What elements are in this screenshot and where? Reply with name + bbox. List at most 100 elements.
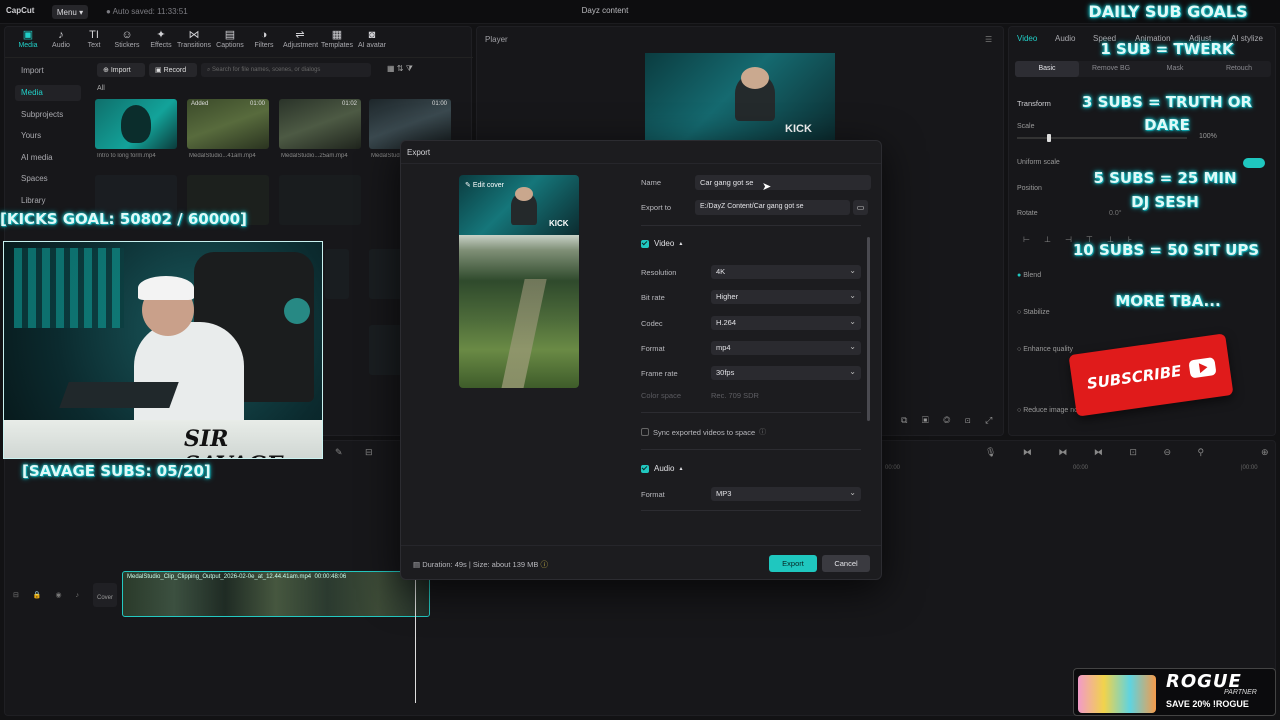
timeline-right-tools[interactable]: 🎙 ⧓ ⧓ ⧓ ⊡ ⊖ ⚲	[985, 447, 1216, 458]
toolbar-templates[interactable]: ▦ Templates	[320, 29, 354, 49]
toolbar-ai-avatar[interactable]: ◙ AI avatar	[355, 29, 389, 49]
sidebar-item-subprojects[interactable]: Subprojects	[15, 107, 81, 123]
cancel-button[interactable]: Cancel	[822, 555, 870, 572]
capcut-window: CapCut Menu ▾ ● Auto saved: 11:33:51 Day…	[0, 0, 1280, 720]
audio-checkbox[interactable]	[641, 464, 649, 473]
scale-slider[interactable]	[1017, 134, 1187, 142]
info-icon[interactable]: ⓘ	[540, 560, 548, 569]
toolbar-adjustment[interactable]: ⇌ Adjustment	[283, 29, 318, 49]
media-thumb-2[interactable]: 01:00 Added	[187, 99, 269, 149]
video-preview[interactable]	[459, 235, 579, 388]
toolbar-text[interactable]: TI Text	[77, 29, 111, 49]
toolbar-audio[interactable]: ♪ Audio	[44, 29, 78, 49]
timeline-tools[interactable]: ✎ ⊟	[335, 447, 383, 458]
sticker-icon: ☺	[121, 29, 133, 41]
scrollbar[interactable]	[867, 237, 870, 421]
edit-cover-button[interactable]: ✎ Edit cover	[465, 181, 504, 189]
templates-icon: ▦	[331, 29, 343, 41]
media-thumb-intro[interactable]	[95, 99, 177, 149]
resolution-select[interactable]: 4K ⌄	[711, 265, 861, 279]
chevron-down-icon: ⌄	[849, 316, 856, 326]
info-icon[interactable]: ⓘ	[759, 427, 766, 437]
name-label: Name	[641, 178, 662, 187]
webcam-overlay: SIR SAVAGE	[3, 241, 323, 459]
subtab-mask[interactable]: Mask	[1143, 61, 1207, 77]
toolbar-transitions[interactable]: ⋈ Transitions	[177, 29, 211, 49]
chevron-down-icon: ⌄	[849, 341, 856, 351]
media-thumb-8[interactable]	[325, 249, 349, 299]
codec-select[interactable]: H.264 ⌄	[711, 315, 861, 330]
zoom-in-icon[interactable]: ⊕	[1261, 447, 1269, 458]
record-label: Record	[163, 67, 187, 74]
player-menu-icon[interactable]: ☰	[985, 35, 992, 44]
toolbar-captions[interactable]: ▤ Captions	[213, 29, 247, 49]
filter-all[interactable]: All	[97, 85, 105, 92]
sidebar-item-library[interactable]: Library	[15, 193, 81, 209]
sync-space-row[interactable]: Sync exported videos to space ⓘ	[641, 427, 766, 437]
audio-section-toggle[interactable]: Audio ▴	[641, 464, 682, 473]
select-value: H.264	[716, 317, 737, 327]
tab-audio[interactable]: Audio	[1055, 34, 1075, 43]
sync-checkbox[interactable]	[641, 428, 649, 436]
audio-section-label: Audio	[654, 464, 675, 473]
sub-goals-title: DAILY SUB GOALS	[1088, 2, 1248, 21]
search-input[interactable]: ⌕ Search for file names, scenes, or dial…	[201, 63, 371, 77]
subtab-retouch[interactable]: Retouch	[1207, 61, 1271, 77]
menu-label: Menu	[56, 7, 77, 17]
player-controls[interactable]: ⧉ ▣ ◎ ⊡ ⤢	[901, 415, 998, 426]
edit-icon: ✎	[465, 182, 471, 189]
toolbar-label: Text	[87, 42, 101, 49]
track-controls[interactable]: ⊟ 🔒 ◉ ♪	[13, 591, 85, 599]
document-title: Dayz content	[581, 6, 629, 15]
blend-row[interactable]: ● Blend	[1017, 272, 1041, 279]
export-button[interactable]: Export	[769, 555, 817, 572]
player-preview[interactable]: KICK	[645, 53, 835, 143]
tab-video[interactable]: Video	[1017, 34, 1037, 43]
subtab-remove-bg[interactable]: Remove BG	[1079, 61, 1143, 77]
record-button[interactable]: ▣ Record	[149, 63, 197, 77]
sidebar-item-import[interactable]: Import	[15, 63, 81, 79]
toolbar-filters[interactable]: ◑ Filters	[247, 29, 281, 49]
frame-rate-select[interactable]: 30fps ⌄	[711, 366, 861, 381]
timeline-clip[interactable]: MedalStudio_Clip_Clipping_Output_2026-02…	[122, 571, 430, 617]
export-dialog: Export KICK ✎ Edit cover Name Car gang g…	[400, 140, 882, 580]
format-select[interactable]: mp4 ⌄	[711, 340, 861, 355]
media-thumb-3[interactable]: 01:02	[279, 99, 361, 149]
duration-size-text: Duration: 49s | Size: about 139 MB	[422, 560, 539, 569]
toolbar-effects[interactable]: ✦ Effects	[144, 29, 178, 49]
sidebar-item-spaces[interactable]: Spaces	[15, 171, 81, 187]
cover-preview[interactable]: KICK ✎ Edit cover	[459, 175, 579, 235]
export-path-input[interactable]: E:/DayZ Content/Car gang got se	[695, 200, 850, 215]
subscribe-text: SUBSCRIBE	[1085, 361, 1183, 393]
video-checkbox[interactable]	[641, 239, 649, 248]
rotate-label: Rotate	[1017, 210, 1038, 217]
video-section-label: Video	[654, 239, 675, 248]
audio-format-value: MP3	[716, 489, 732, 498]
bit-rate-select[interactable]: Higher ⌄	[711, 290, 861, 305]
cover-button[interactable]: Cover	[93, 583, 117, 607]
toolbar-label: Effects	[150, 42, 172, 49]
video-setting-label: Resolution	[641, 268, 677, 277]
folder-icon[interactable]: ▭	[853, 200, 868, 215]
kick-badge: KICK	[785, 123, 812, 135]
sidebar-item-ai-media[interactable]: AI media	[15, 150, 81, 166]
name-input[interactable]: Car gang got se	[695, 175, 871, 190]
sidebar-item-yours[interactable]: Yours	[15, 128, 81, 144]
search-icon: ⌕	[207, 67, 211, 73]
sidebar-item-media[interactable]: Media	[15, 85, 81, 101]
duration-size-info: ▤ Duration: 49s | Size: about 139 MB ⓘ	[413, 559, 548, 570]
chevron-up-icon: ▴	[679, 241, 683, 247]
subtab-basic[interactable]: Basic	[1015, 61, 1079, 77]
audio-format-select[interactable]: MP3 ⌄	[711, 487, 861, 501]
menu-button[interactable]: Menu ▾	[52, 5, 88, 19]
enhance-row[interactable]: ○ Enhance quality	[1017, 346, 1073, 353]
stabilize-row[interactable]: ○ Stabilize	[1017, 309, 1050, 316]
view-toggle-icon[interactable]: ▦ ⇅ ⧩	[387, 64, 413, 74]
toolbar-stickers[interactable]: ☺ Stickers	[110, 29, 144, 49]
toolbar-media[interactable]: ▣ Media	[11, 29, 45, 49]
chevron-down-icon: ⌄	[849, 488, 856, 497]
video-section-toggle[interactable]: Video ▴	[641, 239, 682, 248]
import-button[interactable]: ⊕ Import	[97, 63, 145, 77]
color-space-label: Color space	[641, 391, 682, 400]
uniform-scale-toggle[interactable]	[1243, 158, 1265, 168]
